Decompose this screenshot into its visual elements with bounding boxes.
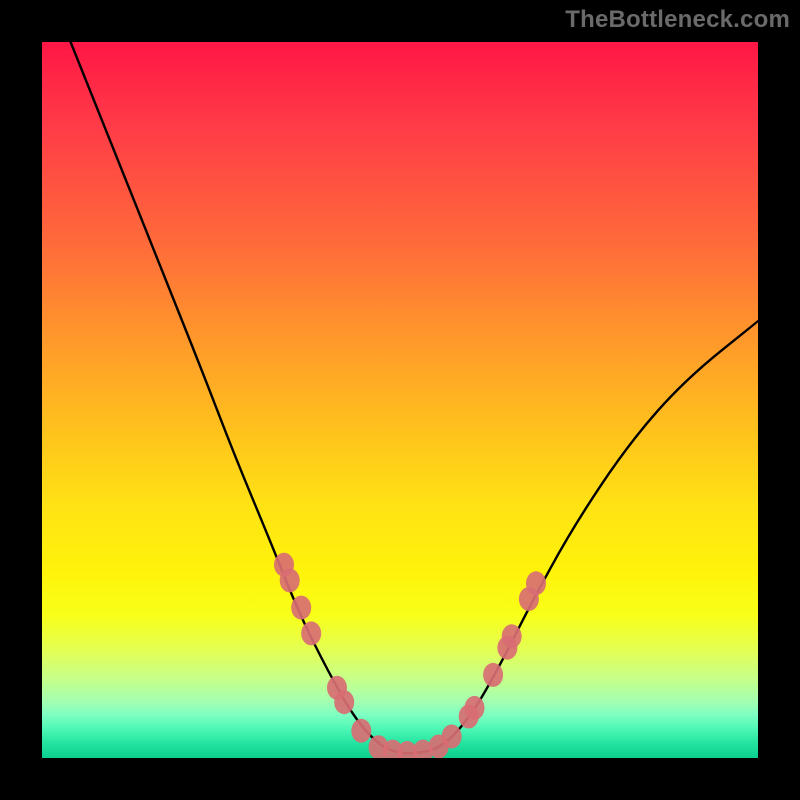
chart-marker bbox=[334, 690, 354, 714]
chart-marker bbox=[502, 624, 522, 648]
bottleneck-curve bbox=[71, 42, 758, 753]
chart-frame: TheBottleneck.com bbox=[0, 0, 800, 800]
chart-marker bbox=[483, 663, 503, 687]
chart-plot-area bbox=[42, 42, 758, 758]
chart-marker bbox=[280, 568, 300, 592]
chart-marker bbox=[301, 621, 321, 645]
chart-marker bbox=[465, 696, 485, 720]
chart-marker bbox=[291, 596, 311, 620]
watermark-text: TheBottleneck.com bbox=[565, 6, 790, 34]
chart-svg bbox=[42, 42, 758, 758]
chart-marker bbox=[351, 719, 371, 743]
chart-marker bbox=[526, 571, 546, 595]
chart-markers bbox=[274, 553, 546, 758]
chart-marker bbox=[442, 725, 462, 749]
